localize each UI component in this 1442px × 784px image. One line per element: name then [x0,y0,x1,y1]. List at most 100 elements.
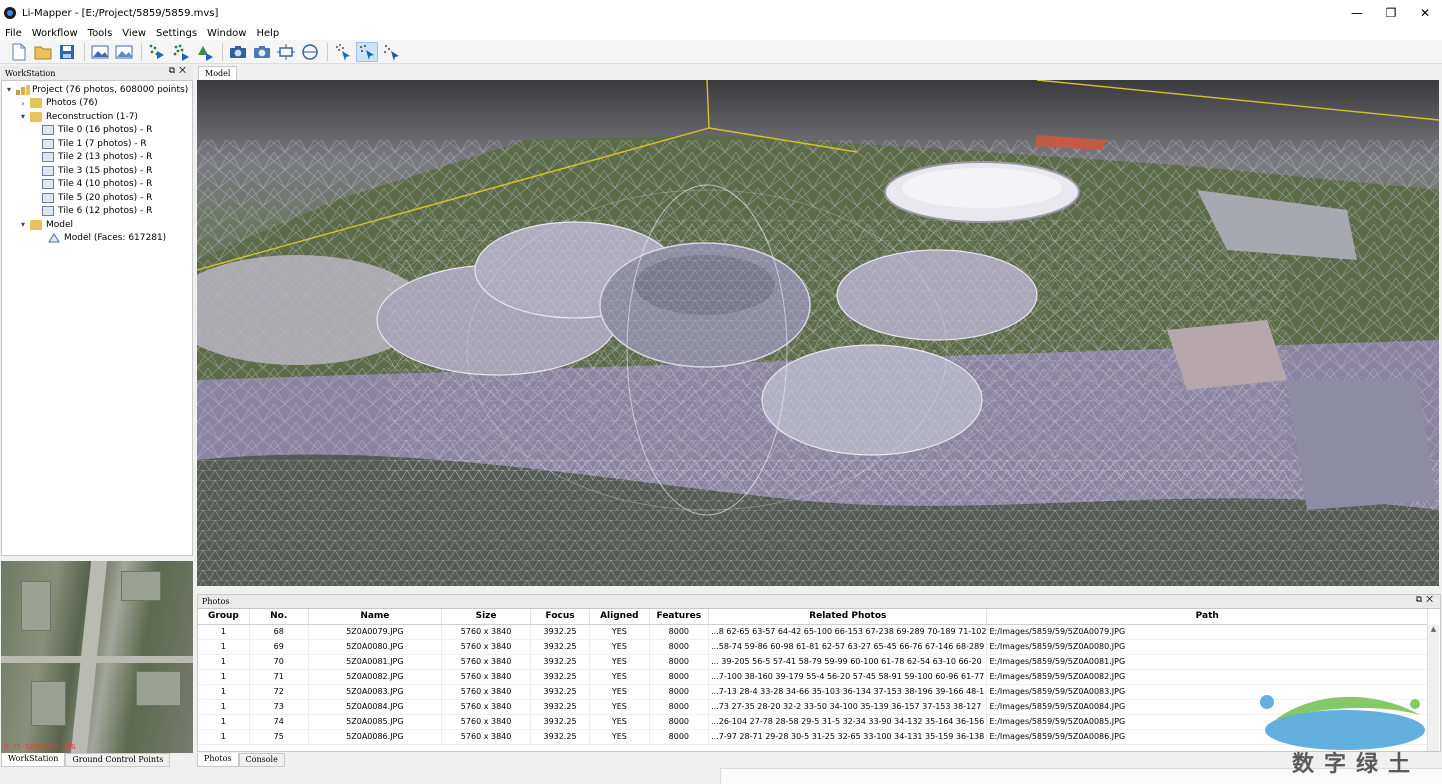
preview-road [1,656,193,663]
table-row[interactable]: 1 70 5Z0A0081.JPG 5760 x 3840 3932.25 YES 8000… [198,654,1428,670]
maximize-button[interactable]: ❐ [1374,0,1408,26]
photos-table: Group No. Name Size Focus Aligned Featur… [198,609,1428,745]
table-row[interactable]: 1 68 5Z0A0079.JPG 5760 x 3840 3932.25 YES 8000… [198,624,1428,640]
camera-settings-icon[interactable] [251,42,273,62]
table-row[interactable]: 1 75 5Z0A0086.JPG 5760 x 3840 3932.25 YES 8000… [198,729,1428,745]
table-cell: 8000 [649,684,710,700]
preview-building [21,581,51,631]
dense-cloud-icon[interactable] [170,42,192,62]
close-button[interactable]: ✕ [1408,0,1442,26]
open-project-icon[interactable] [32,42,54,62]
toolbar-separator [327,42,328,61]
tree-item-label: Tile 1 (7 photos) - R [58,138,147,149]
column-header[interactable]: Focus [530,609,591,625]
tree-item-label: Tile 4 (10 photos) - R [58,179,153,190]
title-bar: Li-Mapper - [E:/Project/5859/5859.mvs] —… [0,0,1442,26]
column-header[interactable]: Related Photos [708,609,988,625]
table-cell: 3932.25 [530,729,591,745]
column-header[interactable]: Name [308,609,443,625]
table-cell: 5760 x 3840 [441,684,531,700]
toolbar-separator [141,42,142,61]
new-project-icon[interactable] [8,42,30,62]
table-cell: 5760 x 3840 [441,669,531,685]
tree-item-tile-2[interactable]: Tile 2 (13 photos) - R [2,151,192,165]
mesh-icon [48,233,60,243]
menu-help[interactable]: Help [251,28,284,39]
menu-tools[interactable]: Tools [83,28,118,39]
table-cell: 70 [249,654,309,670]
tab-photos[interactable]: Photos [197,753,239,767]
table-cell: 3932.25 [530,639,591,655]
table-cell: 3932.25 [530,699,591,715]
tree-item-tile-0[interactable]: Tile 0 (16 photos) - R [2,124,192,138]
scroll-up-icon[interactable]: ▲ [1428,625,1439,633]
save-icon[interactable] [56,42,78,62]
table-row[interactable]: 1 71 5Z0A0082.JPG 5760 x 3840 3932.25 YES 8000… [198,669,1428,685]
table-cell: 8000 [649,639,710,655]
minimize-button[interactable]: — [1340,0,1374,26]
build-mesh-icon[interactable] [194,42,216,62]
tree-item-model[interactable]: Model (Faces: 617281) [2,232,192,246]
navigate-tool-icon[interactable] [380,42,402,62]
tree-item-tile-3[interactable]: Tile 3 (15 photos) - R [2,164,192,178]
column-header[interactable]: Features [649,609,710,625]
tab-ground-control-points[interactable]: Ground Control Points [65,753,171,767]
tree-item-tile-1[interactable]: Tile 1 (7 photos) - R [2,137,192,151]
photos-panel-header: Photos ⧉✕ [197,594,1441,608]
tree-item-reconstruction[interactable]: ▾ Reconstruction (1-7) [2,110,192,124]
photos-table-body: 1 68 5Z0A0079.JPG 5760 x 3840 3932.25 YES 8000… [198,624,1428,745]
collapse-arrow-icon[interactable]: ▾ [18,112,28,121]
model-render [197,80,1439,586]
align-photos-icon[interactable] [146,42,168,62]
tree-item-tile-5[interactable]: Tile 5 (20 photos) - R [2,191,192,205]
rotate-view-icon[interactable] [299,42,321,62]
table-cell: 3932.25 [530,684,591,700]
model-3d-viewport[interactable] [197,80,1439,586]
panel-float-close-icons[interactable]: ⧉✕ [169,66,190,76]
collapse-arrow-icon[interactable]: ▾ [4,85,14,94]
table-row[interactable]: 1 69 5Z0A0080.JPG 5760 x 3840 3932.25 YES 8000… [198,639,1428,655]
menu-settings[interactable]: Settings [151,28,202,39]
fit-view-icon[interactable] [275,42,297,62]
left-panel-tabs: WorkStation Ground Control Points [1,753,171,767]
menu-window[interactable]: Window [202,28,251,39]
table-cell: YES [589,684,650,700]
table-cell: 5Z0A0079.JPG [308,624,443,640]
expand-arrow-icon[interactable]: › [18,99,28,108]
add-folder-photos-icon[interactable] [113,42,135,62]
collapse-arrow-icon[interactable]: ▾ [18,220,28,229]
menu-file[interactable]: File [0,28,27,39]
tab-workstation[interactable]: WorkStation [1,753,66,767]
table-cell: 5760 x 3840 [441,714,531,730]
table-cell: 3932.25 [530,714,591,730]
column-header[interactable]: Group [198,609,250,625]
preview-building [121,571,161,601]
add-photos-icon[interactable] [89,42,111,62]
select-tool-icon[interactable] [356,41,378,62]
tab-model[interactable]: Model [198,66,238,80]
table-cell: 5760 x 3840 [441,729,531,745]
tree-item-photos[interactable]: › Photos (76) [2,97,192,111]
column-header[interactable]: Aligned [589,609,650,625]
table-row[interactable]: 1 72 5Z0A0083.JPG 5760 x 3840 3932.25 YES 8000… [198,684,1428,700]
table-cell: 71 [249,669,309,685]
table-row[interactable]: 1 74 5Z0A0085.JPG 5760 x 3840 3932.25 YES 8000… [198,714,1428,730]
project-icon [16,84,30,95]
column-header[interactable]: Path [986,609,1428,625]
panel-float-close-icons[interactable]: ⧉✕ [1416,595,1437,605]
tree-item-project[interactable]: ▾ Project (76 photos, 608000 points) [2,83,192,97]
table-row[interactable]: 1 73 5Z0A0084.JPG 5760 x 3840 3932.25 YES 8000… [198,699,1428,715]
tree-item-model-folder[interactable]: ▾ Model [2,218,192,232]
select-points-icon[interactable] [332,42,354,62]
table-cell: 5Z0A0084.JPG [308,699,443,715]
photo-preview: 0-75-5Z0A0086.JPG [1,561,193,753]
column-header[interactable]: No. [249,609,309,625]
tab-console[interactable]: Console [238,753,285,767]
table-cell: 73 [249,699,309,715]
tree-item-tile-6[interactable]: Tile 6 (12 photos) - R [2,205,192,219]
menu-workflow[interactable]: Workflow [27,28,83,39]
tree-item-tile-4[interactable]: Tile 4 (10 photos) - R [2,178,192,192]
column-header[interactable]: Size [441,609,531,625]
camera-capture-icon[interactable] [227,42,249,62]
menu-view[interactable]: View [117,28,151,39]
